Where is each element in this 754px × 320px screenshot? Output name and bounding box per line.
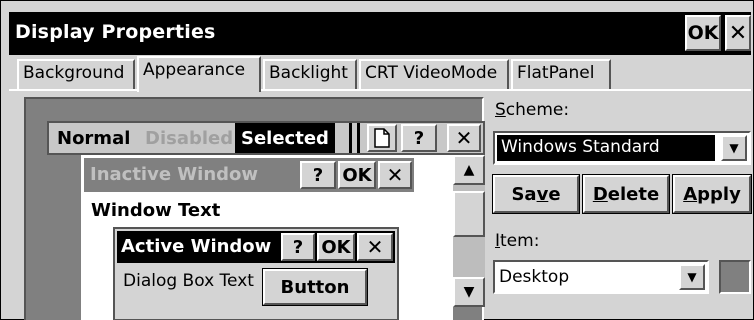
inactive-window-title: Inactive Window xyxy=(90,164,259,185)
tab-background[interactable]: Background xyxy=(17,59,135,89)
item-value: Desktop xyxy=(499,267,570,287)
preview-window-text: Window Text xyxy=(91,200,221,221)
apply-button[interactable]: Apply xyxy=(672,174,752,214)
close-icon: ✕ xyxy=(447,124,481,152)
close-icon[interactable]: ✕ xyxy=(725,15,751,51)
tab-appearance[interactable]: Appearance xyxy=(137,56,261,92)
chevron-down-icon[interactable]: ▼ xyxy=(679,264,705,290)
preview-button: Button xyxy=(262,268,368,306)
ok-label: OK xyxy=(338,161,376,189)
scheme-value: Windows Standard xyxy=(497,135,715,161)
close-icon: ✕ xyxy=(378,161,412,189)
tab-crt-videomode[interactable]: CRT VideoMode xyxy=(359,59,509,89)
close-icon: ✕ xyxy=(357,233,393,261)
tab-flatpanel[interactable]: FlatPanel xyxy=(511,59,611,89)
preview-menu-normal: Normal xyxy=(57,128,131,149)
tab-panel-border xyxy=(9,89,751,91)
divider xyxy=(349,123,352,153)
preview-menu-disabled: Disabled xyxy=(145,128,234,149)
active-window-title: Active Window xyxy=(121,236,272,257)
scheme-dropdown[interactable]: Windows Standard ▼ xyxy=(493,131,751,165)
delete-button[interactable]: Delete xyxy=(582,174,670,214)
scroll-down-icon[interactable]: ▼ xyxy=(453,277,485,307)
window-title: Display Properties xyxy=(15,21,216,43)
divider xyxy=(357,123,360,153)
help-icon: ? xyxy=(300,161,336,189)
ok-label: OK xyxy=(317,233,355,261)
ok-button[interactable]: OK xyxy=(685,15,721,51)
active-window-title-bar: Active Window ? OK ✕ xyxy=(117,231,395,263)
title-bar: Display Properties OK ✕ xyxy=(9,12,751,55)
chevron-down-icon[interactable]: ▼ xyxy=(721,135,747,161)
display-properties-window: Display Properties OK ✕ Background Appea… xyxy=(0,0,754,320)
preview-menu-bar: Normal Disabled Selected ? ✕ xyxy=(47,121,485,155)
save-button[interactable]: Sa v e xyxy=(492,174,580,214)
tab-backlight[interactable]: Backlight xyxy=(263,59,357,89)
item-color-swatch[interactable] xyxy=(719,260,751,294)
item-dropdown[interactable]: Desktop ▼ xyxy=(493,260,709,294)
scroll-up-icon[interactable]: ▲ xyxy=(453,155,485,185)
preview-inactive-window: Inactive Window ? OK ✕ xyxy=(84,158,414,192)
preview-dialog-text: Dialog Box Text xyxy=(123,271,254,291)
scroll-thumb[interactable] xyxy=(453,191,485,237)
help-icon: ? xyxy=(281,233,315,261)
help-icon: ? xyxy=(401,124,437,152)
document-icon xyxy=(367,124,397,152)
item-label: Item: xyxy=(495,231,540,251)
preview-menu-selected: Selected xyxy=(235,123,335,153)
scheme-label: Scheme: xyxy=(495,100,570,120)
